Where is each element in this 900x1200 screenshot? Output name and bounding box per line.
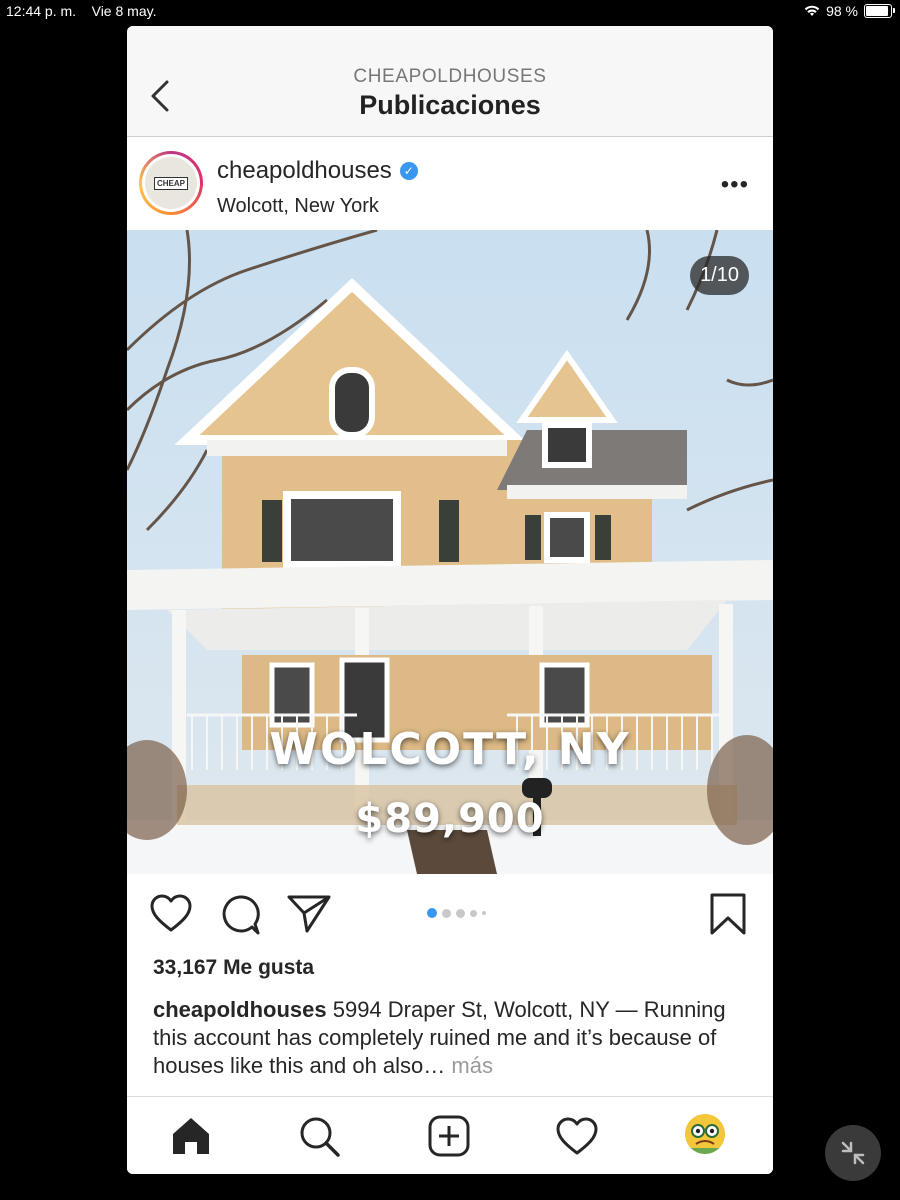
post-location[interactable]: Wolcott, New York — [217, 195, 379, 218]
nav-account-name: CHEAPOLDHOUSES — [353, 66, 547, 87]
carousel-dot — [470, 909, 477, 917]
avatar-image: CHEAP — [145, 157, 197, 209]
activity-heart-icon[interactable] — [555, 1114, 599, 1158]
photo-overlay-price: $89,900 — [355, 796, 545, 842]
post-username[interactable]: cheapoldhouses ✓ — [217, 157, 418, 185]
battery-icon — [864, 4, 895, 18]
carousel-dot — [442, 908, 451, 918]
status-time: 12:44 p. m. — [6, 3, 77, 19]
page-title: Publicaciones — [359, 90, 541, 120]
carousel-dot — [482, 911, 486, 915]
more-options-icon[interactable]: ••• — [721, 171, 749, 199]
nerd-face-icon — [685, 1114, 725, 1154]
post-header: CHEAP cheapoldhouses ✓ Wolcott, New York… — [127, 137, 773, 229]
post-caption: cheapoldhouses 5994 Draper St, Wolcott, … — [153, 996, 743, 1080]
status-time-date: 12:44 p. m. Vie 8 may. — [6, 3, 156, 19]
caption-username[interactable]: cheapoldhouses — [153, 997, 327, 1022]
battery-fill — [866, 6, 888, 16]
profile-avatar[interactable] — [685, 1114, 729, 1158]
caption-more-link[interactable]: más — [451, 1053, 493, 1078]
carousel-dot — [427, 908, 437, 918]
like-count[interactable]: 33,167 Me gusta — [153, 956, 314, 980]
send-icon[interactable] — [287, 894, 331, 934]
heart-icon[interactable] — [149, 894, 193, 934]
username-text: cheapoldhouses — [217, 157, 392, 184]
bottom-tab-bar — [127, 1096, 773, 1174]
house-illustration — [127, 230, 773, 874]
add-post-icon[interactable] — [427, 1114, 471, 1158]
profile-avatar-image — [685, 1114, 725, 1154]
post-photo[interactable]: 1/10 WOLCOTT, NY $89,900 — [127, 230, 773, 874]
avatar-logo-text: CHEAP — [153, 176, 188, 190]
bookmark-icon[interactable] — [709, 892, 747, 936]
avatar-frame: CHEAP — [142, 154, 200, 212]
photo-overlay-city: WOLCOTT, NY — [269, 724, 631, 775]
carousel-dots — [427, 908, 486, 918]
battery-percent: 98 % — [826, 3, 858, 19]
instagram-window: CHEAPOLDHOUSES Publicaciones CHEAP cheap… — [127, 26, 773, 1174]
status-right: 98 % — [804, 3, 895, 19]
status-bar: 12:44 p. m. Vie 8 may. 98 % — [0, 0, 900, 24]
carousel-counter: 1/10 — [690, 256, 749, 295]
collapse-arrows-icon — [841, 1141, 865, 1165]
search-icon[interactable] — [297, 1114, 341, 1158]
carousel-dot — [456, 908, 465, 918]
status-date: Vie 8 may. — [91, 3, 157, 19]
post-actions — [127, 874, 773, 954]
collapse-button[interactable] — [825, 1125, 881, 1181]
avatar[interactable]: CHEAP — [139, 151, 203, 215]
wifi-icon — [804, 5, 820, 16]
navigation-bar: CHEAPOLDHOUSES Publicaciones — [127, 26, 773, 137]
verified-badge-icon: ✓ — [399, 162, 418, 180]
comment-icon[interactable] — [219, 894, 261, 936]
home-icon[interactable] — [169, 1114, 213, 1158]
